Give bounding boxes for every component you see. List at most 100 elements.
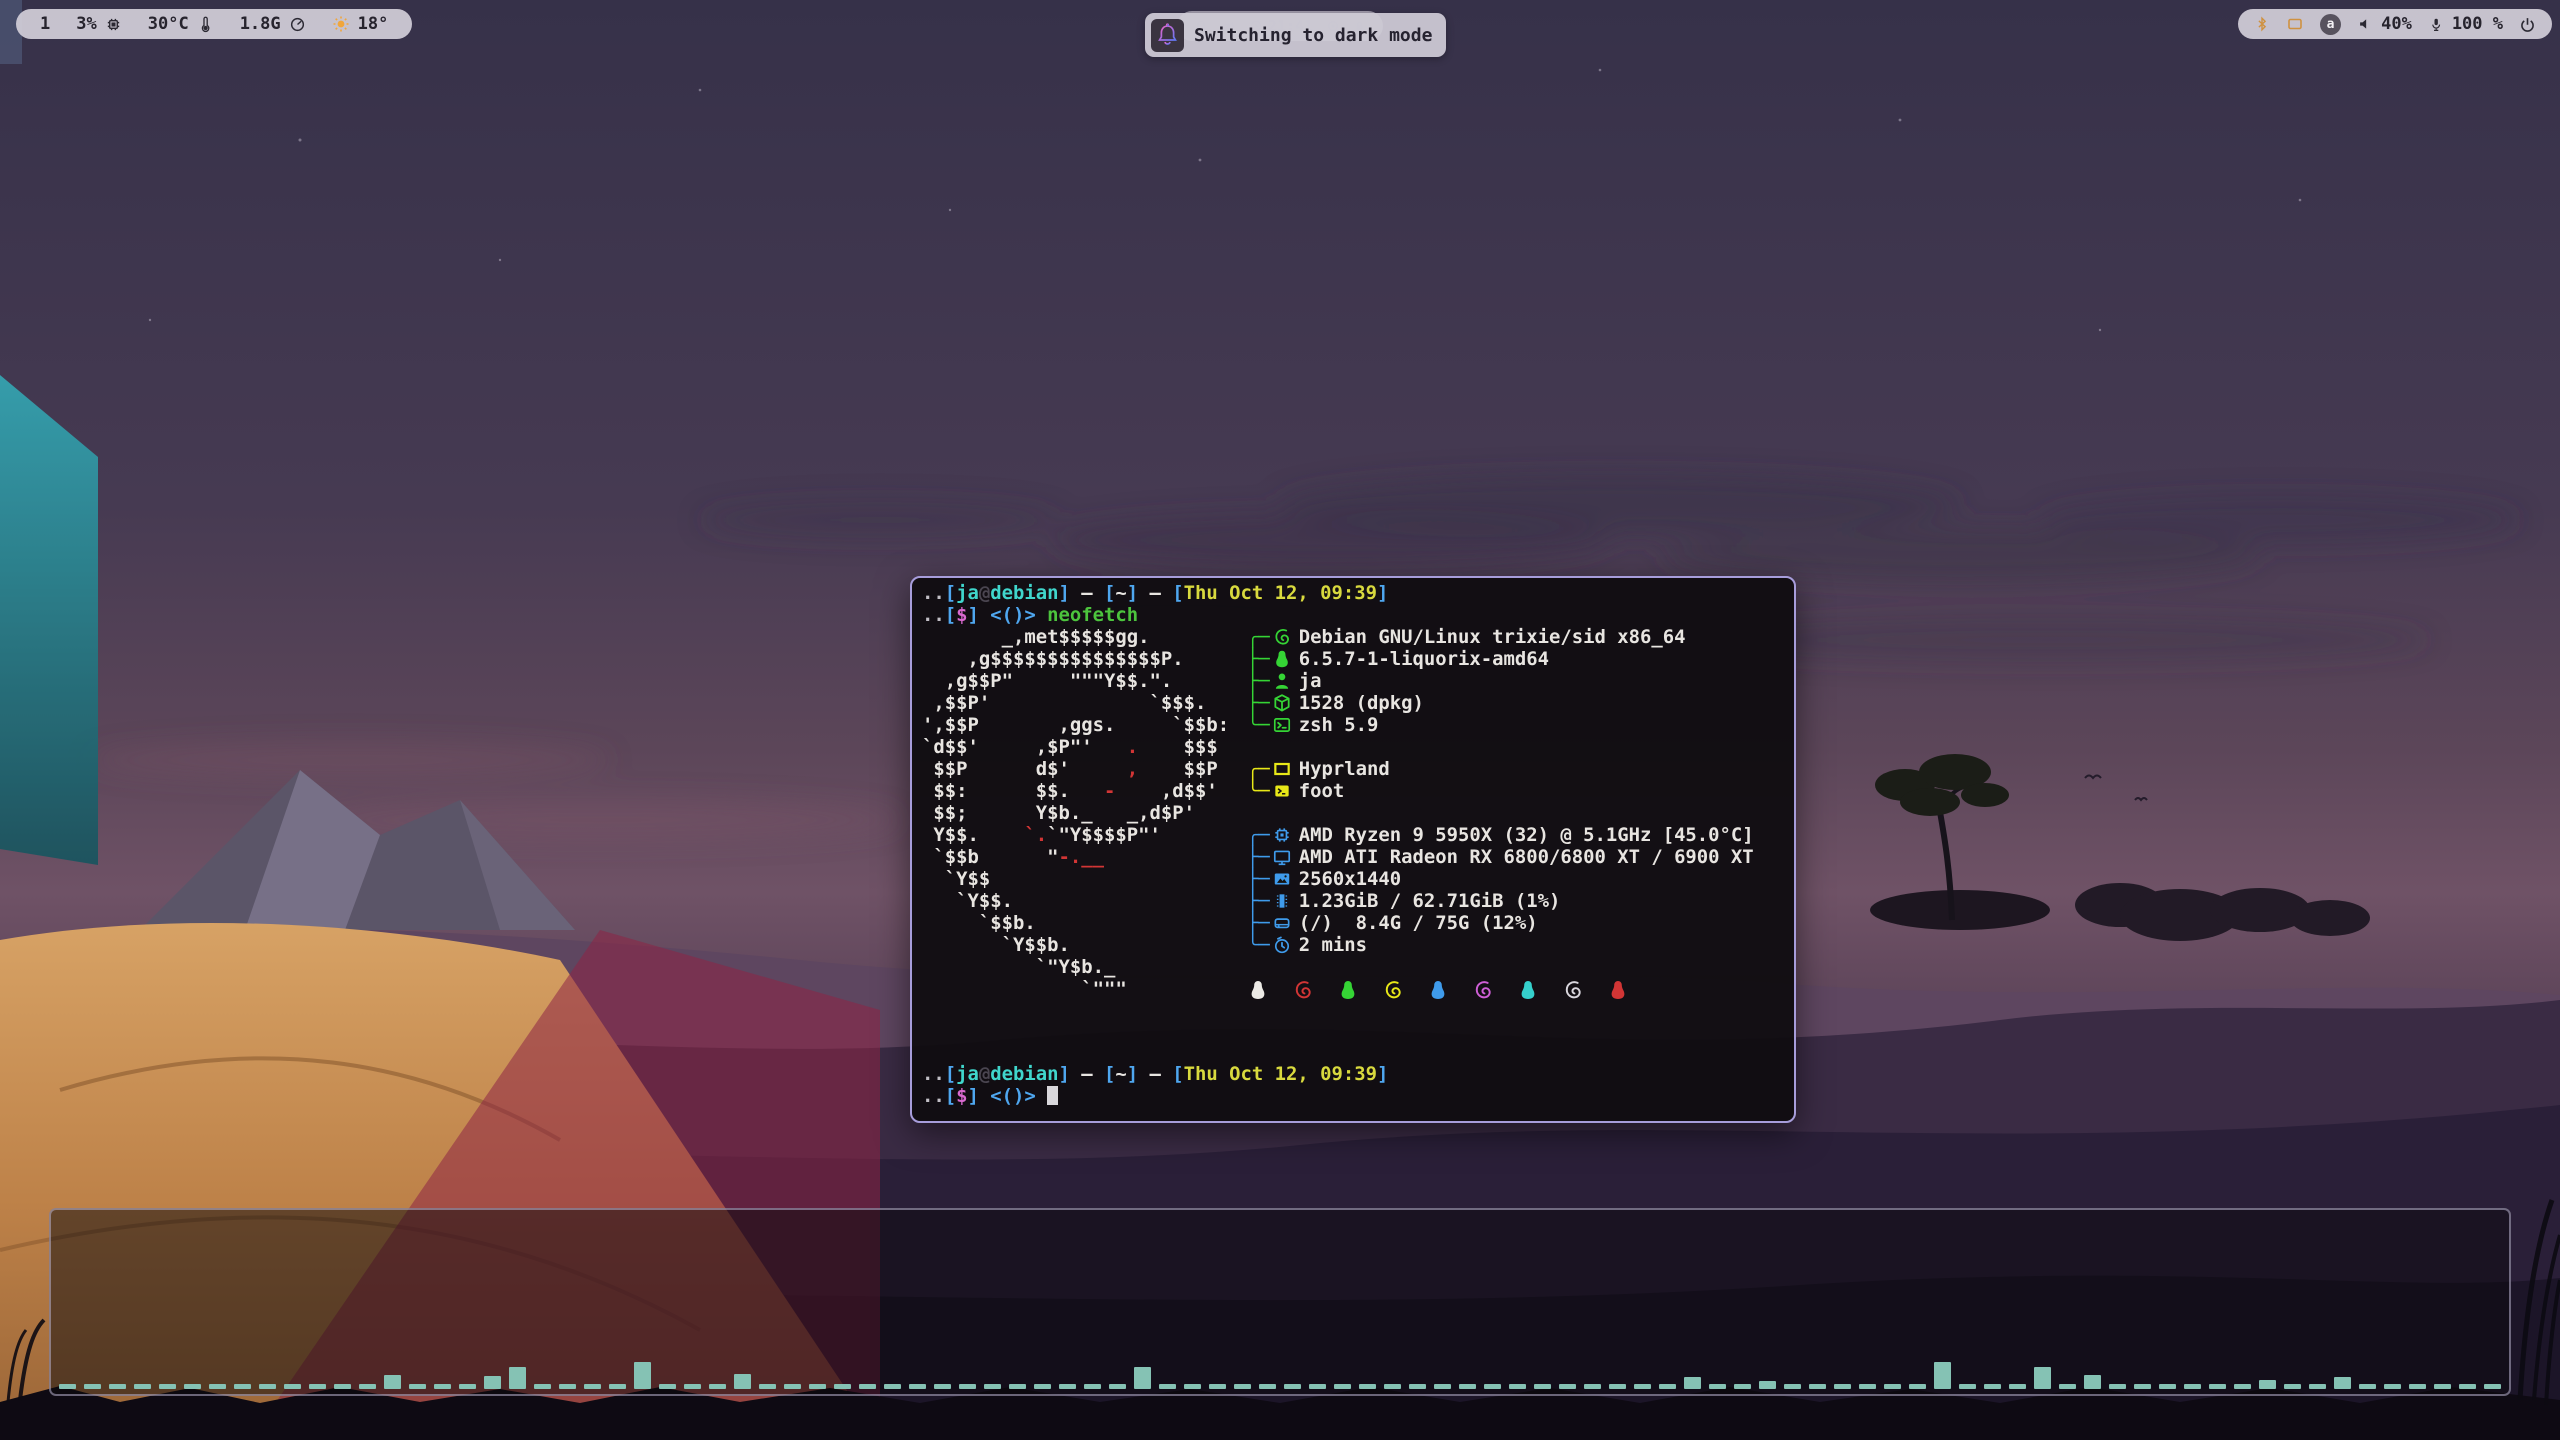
viz-bar	[1259, 1384, 1276, 1389]
palette-swatch-debian-swirl	[1562, 978, 1607, 1002]
input-line[interactable]: ..[$] <()>	[922, 1085, 1388, 1107]
prompt-segment: ]	[1127, 1063, 1138, 1085]
viz-bar	[534, 1384, 551, 1389]
notification-bell-badge	[1151, 19, 1184, 52]
uptime-icon	[1272, 935, 1292, 955]
bottom-prompt: ..[ja@debian] – [~] – [Thu Oct 12, 09:39…	[922, 1063, 1388, 1107]
viz-bar	[1959, 1384, 1976, 1389]
viz-bar	[2109, 1384, 2126, 1389]
viz-bar	[1134, 1367, 1151, 1389]
sun-icon	[332, 15, 350, 33]
notification-message: Switching to dark mode	[1194, 25, 1432, 46]
viz-bar	[709, 1384, 726, 1389]
bluetooth-icon[interactable]	[2254, 15, 2270, 33]
viz-bar	[684, 1384, 701, 1389]
temperature-value: 30°C	[148, 14, 189, 34]
tree-connector: ├─	[1247, 670, 1270, 692]
tree-connector: ├─	[1247, 868, 1270, 890]
viz-bar	[659, 1384, 676, 1389]
prompt-segment: [	[1104, 582, 1115, 604]
prompt-segment: ja	[956, 1063, 979, 1085]
terminal-window[interactable]: ..[ja@debian] – [~] – [Thu Oct 12, 09:39…	[910, 576, 1796, 1123]
prompt-segment: Thu Oct 12, 09:39	[1184, 1063, 1377, 1085]
statusbar-right: a 40% 100 %	[2238, 9, 2552, 39]
prompt-segment: [	[1172, 582, 1183, 604]
screen-share-icon[interactable]	[2286, 15, 2304, 33]
viz-bar	[1784, 1384, 1801, 1389]
prompt-segment: ..	[922, 604, 945, 626]
prompt-segment: –	[1138, 1063, 1172, 1085]
prompt-segment: ]	[1127, 582, 1138, 604]
memory-widget[interactable]: 1.8G	[240, 14, 306, 34]
prompt-segment: [	[1104, 1063, 1115, 1085]
tree-connector: ╭─	[1247, 824, 1270, 846]
viz-bar	[2084, 1375, 2101, 1389]
temperature-widget[interactable]: 30°C	[148, 14, 214, 34]
viz-bar	[2309, 1384, 2326, 1389]
viz-bar	[2484, 1384, 2501, 1389]
power-icon[interactable]	[2519, 16, 2536, 33]
keyboard-layout-indicator[interactable]: a	[2320, 14, 2341, 35]
prompt-segment: debian	[990, 582, 1058, 604]
viz-bar	[1934, 1362, 1951, 1389]
terminal-color-palette	[1247, 978, 1754, 1002]
workspace-indicator[interactable]: 1	[40, 14, 50, 34]
tree-connector: ╰─	[1247, 780, 1270, 802]
viz-bar	[1409, 1384, 1426, 1389]
microphone-widget[interactable]: 100 %	[2428, 14, 2503, 34]
viz-bar	[909, 1384, 926, 1389]
prompt-segment: ~	[1115, 1063, 1126, 1085]
thermometer-icon	[197, 16, 214, 33]
prompt-segment	[1036, 1085, 1047, 1107]
viz-bar	[1309, 1384, 1326, 1389]
window-icon	[1272, 759, 1292, 779]
viz-bar	[1384, 1384, 1401, 1389]
viz-bar	[1709, 1384, 1726, 1389]
palette-swatch-debian-swirl	[1382, 978, 1427, 1002]
info-row: ├─ja	[1247, 670, 1754, 692]
viz-bar	[2034, 1367, 2051, 1389]
prompt-segment: ]	[1059, 1063, 1070, 1085]
tree-connector: ╰─	[1247, 934, 1270, 956]
bottom-panel	[49, 1208, 2511, 1396]
prompt-segment: [	[945, 582, 956, 604]
viz-bar	[1334, 1384, 1351, 1389]
notification-toast[interactable]: Switching to dark mode	[1145, 13, 1446, 57]
viz-bar	[1234, 1384, 1251, 1389]
desktop: 1 3% 30°C 1.8G 18°	[0, 0, 2560, 1440]
viz-bar	[209, 1384, 226, 1389]
info-value: 2560x1440	[1299, 868, 1401, 890]
statusbar-left: 1 3% 30°C 1.8G 18°	[16, 9, 412, 39]
palette-swatch-tux	[1427, 978, 1472, 1002]
viz-bar	[1059, 1384, 1076, 1389]
info-section: ╭─AMD Ryzen 9 5950X (32) @ 5.1GHz [45.0°…	[1247, 824, 1754, 956]
viz-bar	[1609, 1384, 1626, 1389]
viz-bar	[509, 1367, 526, 1389]
viz-bar	[984, 1384, 1001, 1389]
prompt-segment: ..	[922, 582, 945, 604]
viz-bar	[1559, 1384, 1576, 1389]
viz-bar	[434, 1384, 451, 1389]
viz-bar	[2159, 1384, 2176, 1389]
prompt-segment: –	[1138, 582, 1172, 604]
weather-widget[interactable]: 18°	[332, 14, 389, 34]
shell-icon	[1272, 715, 1292, 735]
terminal-icon	[1272, 781, 1292, 801]
prompt-segment: ja	[956, 582, 979, 604]
info-row: ├─1528 (dpkg)	[1247, 692, 1754, 714]
gauge-icon	[289, 16, 306, 33]
tree-connector: ╭─	[1247, 626, 1270, 648]
info-value: (/) 8.4G / 75G (12%)	[1299, 912, 1538, 934]
info-value: Debian GNU/Linux trixie/sid x86_64	[1299, 626, 1686, 648]
command-line: ..[$] <()> neofetch	[922, 604, 1784, 626]
cpu-widget[interactable]: 3%	[76, 14, 121, 34]
palette-swatch-tux	[1337, 978, 1382, 1002]
viz-bar	[1884, 1384, 1901, 1389]
viz-bar	[84, 1384, 101, 1389]
disk-icon	[1272, 913, 1292, 933]
tux-icon	[1272, 649, 1292, 669]
viz-bar	[1809, 1384, 1826, 1389]
prompt-segment: @	[979, 582, 990, 604]
volume-widget[interactable]: 40%	[2357, 14, 2412, 34]
prompt-segment: [	[945, 604, 956, 626]
